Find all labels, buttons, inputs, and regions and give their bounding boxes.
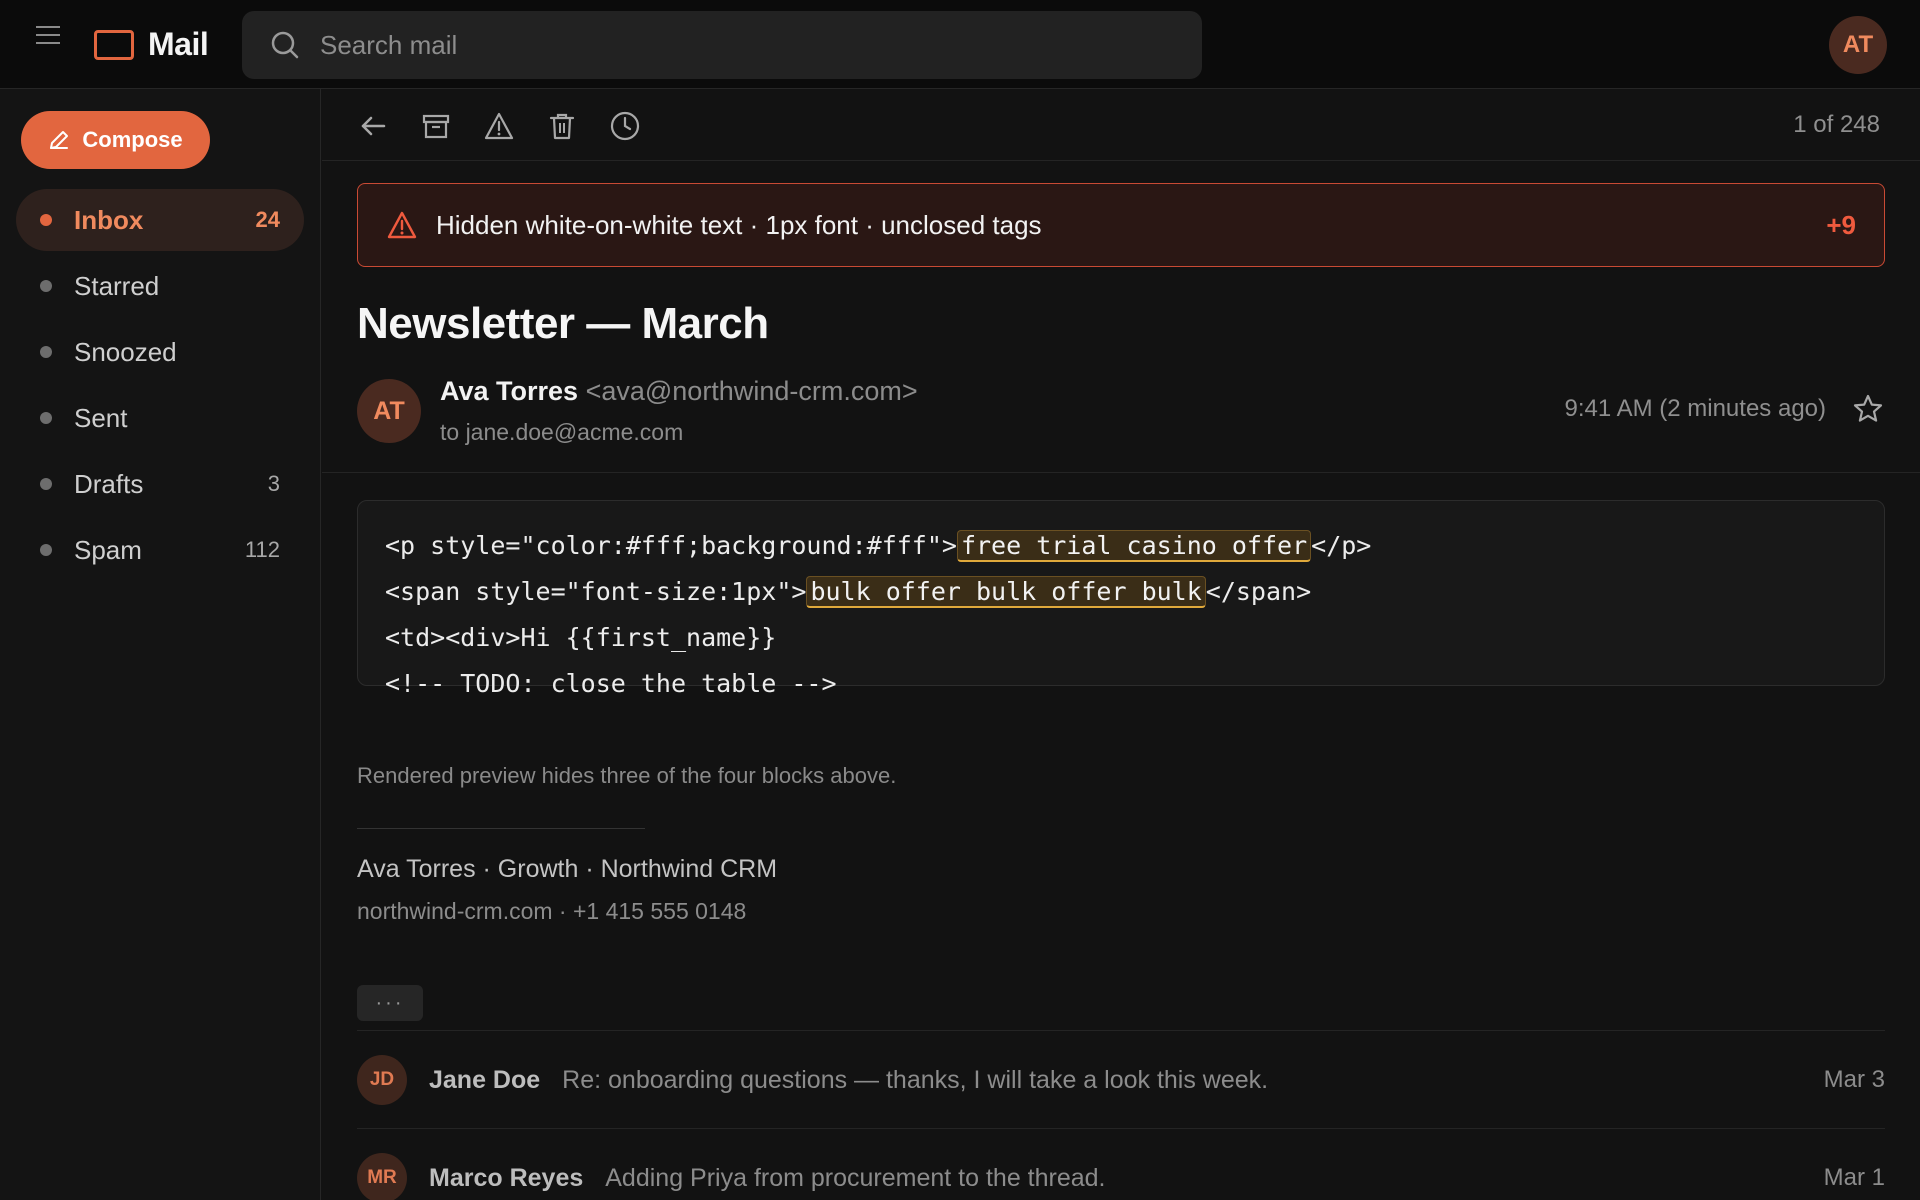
account-avatar[interactable]: AT (1829, 16, 1887, 74)
message-timestamp: 9:41 AM (2 minutes ago) (1564, 395, 1826, 422)
hidden-text-highlight: bulk offer bulk offer bulk (806, 576, 1206, 608)
compose-label: Compose (82, 127, 183, 152)
signature-divider (357, 828, 645, 829)
app-name: Mail (148, 26, 209, 62)
report-icon[interactable] (482, 109, 516, 143)
thread-date: Mar 3 (1823, 1066, 1885, 1093)
sender-info: Ava Torres <ava@northwind-crm.com> (440, 376, 918, 407)
sidebar: Compose Inbox 24 Starred Snoozed Sent Dr… (0, 89, 321, 1200)
preview-note: Rendered preview hides three of the four… (357, 763, 897, 788)
code-line: <p style="color:#fff;background:#fff"> fr… (385, 530, 1372, 562)
sidebar-item-inbox[interactable]: Inbox 24 (16, 189, 304, 251)
search-icon (271, 31, 299, 59)
nav-dot (40, 478, 52, 490)
star-icon[interactable] (1852, 393, 1884, 430)
show-trimmed-button[interactable]: ··· (357, 985, 423, 1021)
thread-sender: Marco Reyes (429, 1163, 584, 1192)
sidebar-item-drafts[interactable]: Drafts 3 (16, 453, 304, 515)
sender-name[interactable]: Ava Torres (440, 376, 578, 406)
avatar: MR (357, 1153, 407, 1200)
sidebar-item-label: Starred (74, 270, 160, 301)
nav-dot (40, 412, 52, 424)
sender-avatar[interactable]: AT (357, 379, 421, 443)
sidebar-item-snoozed[interactable]: Snoozed (16, 321, 304, 383)
warning-text: Hidden white-on-white text · 1px font · … (436, 209, 1042, 240)
divider (357, 1030, 1885, 1031)
nav-dot (40, 544, 52, 556)
search-input[interactable] (320, 11, 1202, 79)
message-toolbar: 1 of 248 (322, 89, 1920, 161)
warning-icon (387, 211, 417, 239)
message-subject: Newsletter — March (357, 299, 769, 348)
nav-dot (40, 280, 52, 292)
thread-item[interactable]: MR Marco Reyes Adding Priya from procure… (357, 1145, 1885, 1200)
sidebar-item-label: Sent (74, 402, 128, 433)
thread-item[interactable]: JD Jane Doe Re: onboarding questions — t… (357, 1047, 1885, 1113)
sidebar-item-sent[interactable]: Sent (16, 387, 304, 449)
pencil-icon (50, 131, 69, 149)
compose-button[interactable]: Compose (21, 111, 210, 169)
pagination-count: 1 of 248 (1793, 111, 1880, 138)
archive-icon[interactable] (419, 109, 453, 143)
code-line: <!-- TODO: close the table --> (385, 669, 837, 698)
sidebar-item-label: Snoozed (74, 336, 177, 367)
unread-count: 3 (267, 471, 280, 496)
snooze-clock-icon[interactable] (608, 109, 642, 143)
sidebar-item-label: Spam (74, 534, 142, 565)
sidebar-item-label: Drafts (74, 468, 144, 499)
warning-banner: Hidden white-on-white text · 1px font · … (357, 183, 1885, 267)
thread-sender: Jane Doe (429, 1065, 541, 1094)
search-bar[interactable] (242, 11, 1202, 79)
thread-snippet: Adding Priya from procurement to the thr… (605, 1163, 1106, 1192)
divider (322, 472, 1920, 473)
top-bar: Mail AT (0, 0, 1920, 89)
divider (357, 1128, 1885, 1129)
sidebar-item-label: Inbox (74, 204, 144, 235)
more-warnings-link[interactable]: +9 (1826, 210, 1856, 241)
code-line: <span style="font-size:1px"> bulk offer b… (385, 576, 1312, 608)
sidebar-item-spam[interactable]: Spam 112 (16, 519, 304, 581)
thread-snippet: Re: onboarding questions — thanks, I wil… (562, 1065, 1269, 1094)
code-line: <td><div>Hi {{first_name}} (385, 623, 777, 652)
avatar: JD (357, 1055, 407, 1105)
mail-logo-icon (94, 29, 134, 60)
app-logo[interactable]: Mail (94, 26, 209, 63)
trash-icon[interactable] (545, 109, 579, 143)
thread-date: Mar 1 (1823, 1164, 1885, 1191)
message-view: 1 of 248 Hidden white-on-white text · 1p… (322, 89, 1920, 1200)
unread-count: 24 (255, 207, 280, 232)
nav-dot (40, 214, 52, 226)
sender-email: <ava@northwind-crm.com> (585, 376, 918, 406)
back-arrow-icon[interactable] (356, 109, 390, 143)
menu-icon[interactable] (36, 26, 62, 50)
sidebar-item-starred[interactable]: Starred (16, 255, 304, 317)
signature-contact: northwind-crm.com · +1 415 555 0148 (357, 898, 747, 924)
nav-dot (40, 346, 52, 358)
recipient-line[interactable]: to jane.doe@acme.com (440, 419, 683, 446)
unread-count: 112 (244, 537, 280, 562)
raw-html-block: <p style="color:#fff;background:#fff"> fr… (357, 500, 1885, 698)
hidden-text-highlight: free trial casino offer (956, 530, 1312, 562)
signature-line: Ava Torres · Growth · Northwind CRM (357, 855, 778, 883)
